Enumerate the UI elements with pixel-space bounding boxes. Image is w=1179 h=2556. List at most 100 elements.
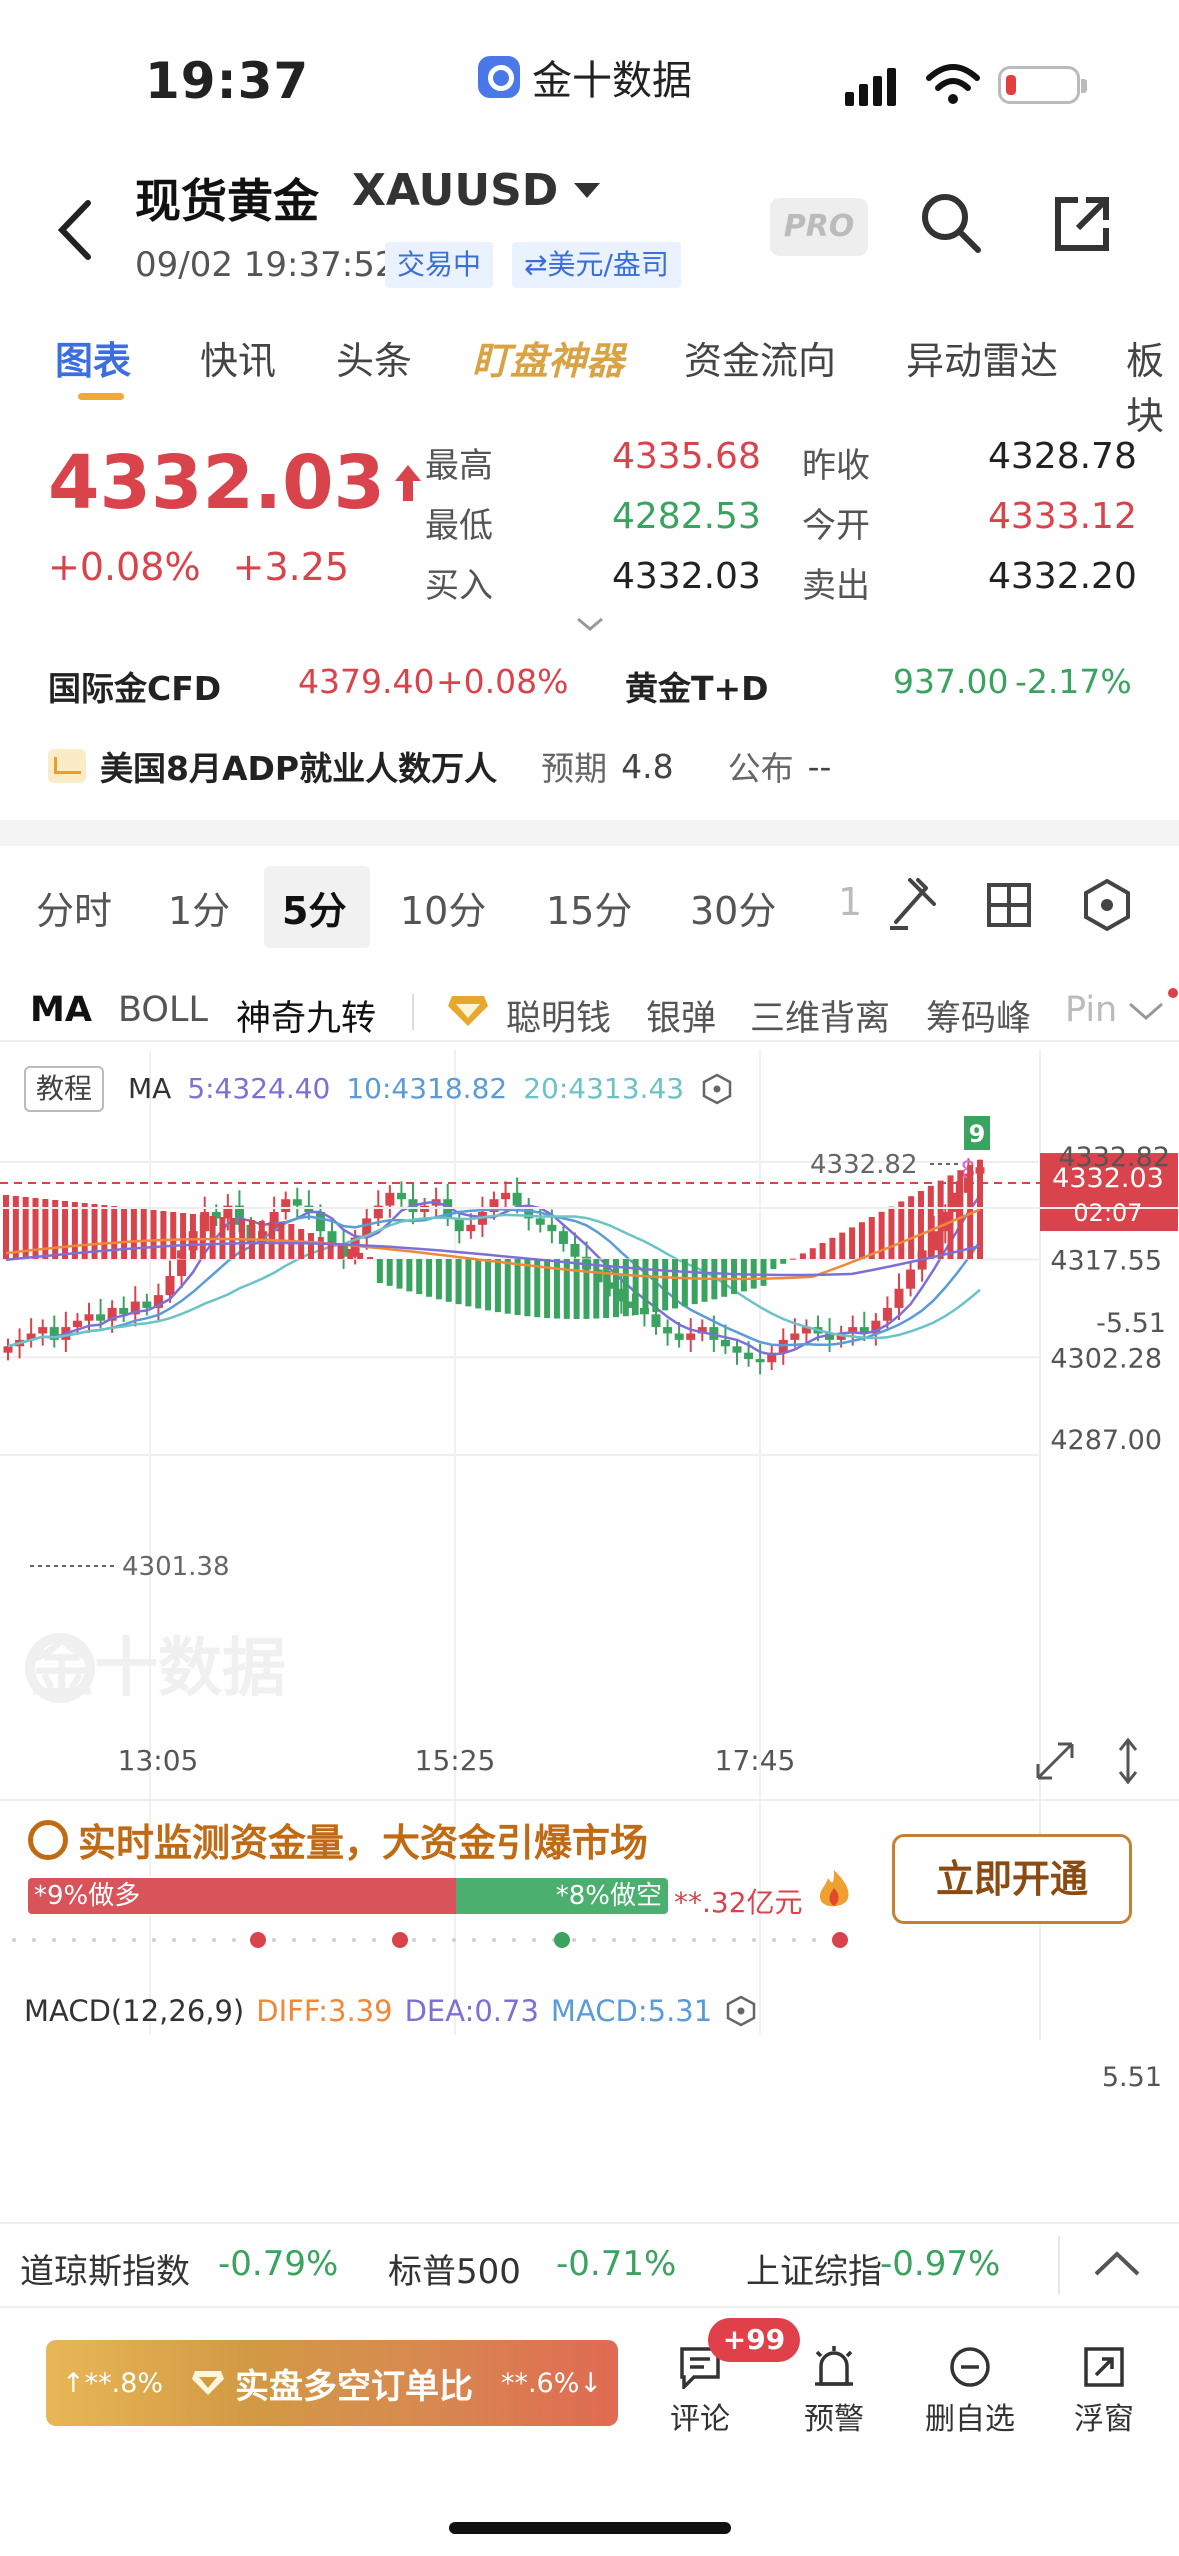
period-more[interactable]: 1 [838, 880, 862, 924]
index-divider [1058, 2236, 1060, 2294]
chevron-down-icon [574, 183, 601, 198]
cfd-label[interactable]: 国际金CFD [48, 662, 221, 710]
candle-body [165, 1275, 175, 1296]
tab-sector[interactable]: 板块 [1126, 330, 1179, 440]
candle-body [882, 1307, 892, 1321]
tab-fund-flow[interactable]: 资金流向 [684, 330, 836, 385]
candle-body [3, 1346, 13, 1353]
track-dot [512, 1938, 516, 1942]
candle-body [547, 1224, 557, 1232]
battery-icon [998, 66, 1087, 104]
indicator-ma[interactable]: MA [30, 990, 92, 1030]
tab-flash-news[interactable]: 快讯 [200, 330, 276, 385]
indicator-smart-money[interactable]: 聪明钱 [506, 990, 611, 1041]
settings-icon[interactable] [700, 1072, 734, 1106]
period-timeshare[interactable]: 分时 [36, 880, 112, 935]
track-dot [792, 1938, 796, 1942]
track-dot [272, 1938, 276, 1942]
macd-histogram-bar [445, 1259, 452, 1302]
short-ratio-bar: *8%做空 [456, 1878, 668, 1914]
chevron-down-icon[interactable] [1126, 996, 1166, 1026]
indicator-3d-divergence[interactable]: 三维背离 [750, 990, 890, 1041]
tab-chart[interactable]: 图表 [55, 330, 131, 385]
indicator-boll[interactable]: BOLL [118, 990, 208, 1030]
period-15m[interactable]: 15分 [546, 880, 632, 935]
countdown-value: 02:07 [1073, 1199, 1142, 1227]
layout-grid-icon[interactable] [986, 882, 1032, 928]
cfd-price: 4379.40 [298, 662, 435, 701]
ask-label: 卖出 [802, 566, 870, 606]
tab-headlines[interactable]: 头条 [336, 330, 412, 385]
candle-body [142, 1301, 152, 1308]
index-sp500-name[interactable]: 标普500 [388, 2244, 521, 2293]
tab-anomaly-radar[interactable]: 异动雷达 [906, 330, 1058, 385]
settings-icon[interactable] [1082, 878, 1132, 932]
open-subscription-button[interactable]: 立即开通 [892, 1834, 1132, 1924]
index-dji-name[interactable]: 道琼斯指数 [20, 2244, 190, 2293]
share-icon[interactable] [1050, 192, 1114, 256]
indicator-silver-bullet[interactable]: 银弹 [646, 990, 716, 1041]
tab-watch-tool[interactable]: 盯盘神器 [472, 330, 624, 385]
high-marker-label: 4332.82 [810, 1150, 918, 1180]
low-label: 最低 [425, 506, 493, 546]
long-ratio-value: ↑**.8% [62, 2367, 164, 2399]
draw-tool-icon[interactable] [886, 872, 940, 932]
period-5m[interactable]: 5分 [282, 880, 346, 935]
macd-y-bottom: -5.51 [1096, 1308, 1166, 1339]
macd-histogram-bar [71, 1202, 78, 1259]
search-icon[interactable] [918, 190, 984, 256]
td-label[interactable]: 黄金T+D [625, 662, 769, 710]
settings-icon[interactable] [724, 1994, 758, 2028]
indicator-pin[interactable]: Pin [1065, 990, 1117, 1030]
ma10-value: 10:4318.82 [346, 1072, 508, 1105]
macd-histogram-bar [81, 1203, 88, 1259]
track-dot [152, 1938, 156, 1942]
y-tick-label: 4332.82 [1058, 1142, 1170, 1173]
alarm-icon [815, 2346, 853, 2386]
indicator-nine-turn[interactable]: 神奇九转 [236, 990, 376, 1041]
minus-circle-icon [950, 2347, 990, 2387]
candle-body [501, 1192, 511, 1200]
y-tick-label: 4302.28 [1050, 1343, 1162, 1374]
float-window-button[interactable]: 浮窗 [1056, 2340, 1152, 2438]
long-short-ratio-button[interactable]: ↑**.8% 实盘多空订单比 **.6%↓ [46, 2340, 618, 2426]
remove-watchlist-button[interactable]: 删自选 [920, 2340, 1020, 2438]
macd-histogram-bar [199, 1215, 206, 1259]
macd-histogram-bar [809, 1248, 816, 1259]
period-30m[interactable]: 30分 [690, 880, 776, 935]
indicator-chip-peak[interactable]: 筹码峰 [926, 990, 1031, 1041]
candle-body [535, 1218, 545, 1225]
candle-body [894, 1288, 904, 1308]
signal-icon [845, 68, 896, 106]
economic-event-row[interactable]: 美国8月ADP就业人数万人 预期 4.8 公布 -- [48, 742, 831, 790]
expand-chevron-icon[interactable] [575, 615, 605, 633]
period-10m[interactable]: 10分 [400, 880, 486, 935]
candle-body [84, 1314, 94, 1321]
page-title: 现货黄金 [135, 174, 319, 228]
candlestick-chart[interactable]: 金十数据4332.0302:074332.824317.554302.28428… [0, 1040, 1179, 2222]
arrow-up-icon [395, 465, 422, 501]
high-label: 最高 [425, 446, 493, 486]
period-1m[interactable]: 1分 [168, 880, 230, 935]
back-button[interactable] [50, 195, 100, 265]
symbol-selector[interactable]: XAUUSD [352, 165, 601, 216]
fund-monitor-title[interactable]: 实时监测资金量，大资金引爆市场 [28, 1812, 648, 1867]
event-label: 美国8月ADP就业人数万人 [100, 749, 498, 788]
tutorial-button[interactable]: 教程 [24, 1066, 105, 1112]
pro-button[interactable]: PRO [770, 198, 868, 256]
chevron-up-icon[interactable] [1092, 2246, 1142, 2280]
status-time: 19:37 [145, 52, 310, 110]
candle-body [292, 1199, 302, 1206]
track-dot [612, 1938, 616, 1942]
open-value: 4333.12 [988, 496, 1137, 537]
alert-button[interactable]: 预警 [786, 2340, 882, 2438]
currency-unit-badge[interactable]: ⇄美元/盎司 [512, 242, 681, 288]
prev-close-value: 4328.78 [988, 436, 1137, 477]
alert-label: 预警 [804, 2402, 864, 2437]
forecast-value: 4.8 [621, 746, 674, 786]
signal-dot [250, 1932, 266, 1948]
macd-histogram-bar [426, 1259, 433, 1297]
index-sse-name[interactable]: 上证综指 [746, 2244, 882, 2293]
y-tick-label: 4317.55 [1050, 1246, 1162, 1277]
track-dot [532, 1938, 536, 1942]
